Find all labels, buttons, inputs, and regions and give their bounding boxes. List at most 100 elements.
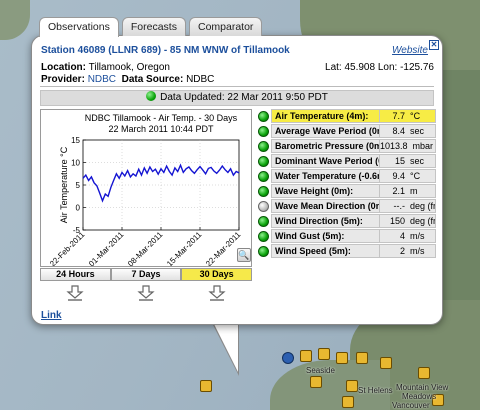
map-label-mountain-view: Mountain View: [396, 383, 449, 392]
bottom-link[interactable]: Link: [41, 310, 62, 321]
map-label-vancouver: Vancouver: [392, 401, 430, 410]
observation-value: 1013.8: [380, 139, 410, 153]
chart-ytick-label: 5: [76, 181, 81, 190]
status-green-icon: [258, 110, 269, 122]
map-station-marker[interactable]: [356, 352, 368, 364]
observation-unit: m/s: [407, 229, 436, 243]
map-station-marker[interactable]: [342, 396, 354, 408]
chart-svg: NDBC Tillamook - Air Temp. - 30 Days22 M…: [48, 113, 243, 266]
observation-row[interactable]: Wave Mean Direction (0m):--.-deg (from): [257, 199, 436, 213]
zoom-icon[interactable]: 🔍: [237, 248, 251, 262]
air-temp-chart: NDBC Tillamook - Air Temp. - 30 Days 22 M…: [40, 109, 252, 267]
station-popup: Station 46089 (LLNR 689) - 85 NM WNW of …: [31, 35, 443, 325]
chart-xtick-label: 15-Mar-2011: [165, 230, 204, 266]
observation-value: 8.4: [380, 124, 407, 138]
data-source-value: NDBC: [186, 74, 215, 85]
chart-title: NDBC Tillamook - Air Temp. - 30 Days: [85, 113, 238, 123]
observation-value: 4: [380, 229, 407, 243]
observation-row[interactable]: Wave Height (0m): 2.1 m: [257, 184, 436, 198]
close-icon[interactable]: ✕: [429, 40, 439, 50]
period-selector: 24 Hours 7 Days 30 Days: [40, 268, 253, 281]
chart-ylabel: Air Temperature °C: [59, 146, 69, 223]
chart-ytick-label: 15: [71, 136, 80, 145]
provider-link[interactable]: NDBC: [88, 74, 116, 85]
observation-unit: mbar: [409, 139, 436, 153]
divider: [40, 86, 434, 87]
selected-station-marker[interactable]: [200, 380, 212, 392]
popup-tab-bar: Observations Forecasts Comparator: [39, 17, 263, 37]
status-green-icon: [258, 215, 269, 227]
data-updated-text: Data Updated: 22 Mar 2011 9:50 PDT: [160, 92, 328, 103]
status-green-icon: [258, 185, 269, 197]
observation-name: Water Temperature (-0.6m):: [271, 169, 380, 183]
download-30d-icon[interactable]: [181, 282, 252, 304]
observation-row[interactable]: Average Wave Period (0m): 8.4 sec: [257, 124, 436, 138]
observation-unit: m/s: [407, 244, 436, 258]
chart-ytick-label: 10: [71, 159, 80, 168]
map-station-marker[interactable]: [346, 380, 358, 392]
observation-row[interactable]: Wind Direction (5m):150deg (from): [257, 214, 436, 228]
observation-value: 7.7: [380, 109, 407, 123]
observation-value: 2: [380, 244, 407, 258]
download-7d-icon[interactable]: [111, 282, 182, 304]
station-title: Station 46089 (LLNR 689) - 85 NM WNW of …: [41, 45, 290, 56]
status-green-icon: [258, 155, 269, 167]
data-updated-bar: Data Updated: 22 Mar 2011 9:50 PDT: [40, 90, 434, 106]
observation-value: --.-: [380, 199, 407, 213]
status-ok-icon: [146, 91, 157, 101]
map-label-seaside: Seaside: [306, 366, 335, 375]
observation-name: Average Wave Period (0m):: [271, 124, 380, 138]
download-row: [40, 282, 252, 304]
tab-comparator[interactable]: Comparator: [188, 17, 263, 36]
observation-table: Air Temperature (4m): 7.7 °C Average Wave P…: [257, 109, 436, 259]
status-green-icon: [258, 125, 269, 137]
chart-ytick-label: 0: [76, 204, 81, 213]
observation-value: 9.4: [380, 169, 407, 183]
map-station-marker[interactable]: [310, 376, 322, 388]
tab-forecasts[interactable]: Forecasts: [121, 17, 186, 36]
observation-row[interactable]: Water Temperature (-0.6m): 9.4 °C: [257, 169, 436, 183]
observation-value: 15: [380, 154, 407, 168]
status-green-icon: [258, 140, 269, 152]
observation-unit: sec: [407, 124, 436, 138]
period-7d-button[interactable]: 7 Days: [110, 268, 182, 281]
map-station-marker[interactable]: [380, 357, 392, 369]
map-station-marker[interactable]: [336, 352, 348, 364]
observation-row[interactable]: Wind Gust (5m): 4 m/s: [257, 229, 436, 243]
observation-row[interactable]: Dominant Wave Period (0m):15sec: [257, 154, 436, 168]
map-label-meadows: Meadows: [402, 392, 437, 401]
observation-name: Wind Direction (5m):: [271, 214, 380, 228]
map-station-marker[interactable]: [418, 367, 430, 379]
observation-name: Barometric Pressure (0m):: [271, 139, 380, 153]
website-link[interactable]: Website: [392, 45, 428, 56]
chart-xtick-label: 01-Mar-2011: [87, 230, 126, 266]
observation-unit: m: [407, 184, 436, 198]
map-station-marker[interactable]: [282, 352, 294, 364]
chart-subtitle: 22 March 2011 10:44 PDT: [109, 124, 214, 134]
status-green-icon: [258, 230, 269, 242]
map-station-marker[interactable]: [300, 350, 312, 362]
observation-name: Wind Speed (5m):: [271, 244, 380, 258]
observation-value: 2.1: [380, 184, 407, 198]
period-24h-button[interactable]: 24 Hours: [40, 268, 111, 281]
observation-name: Wave Height (0m):: [271, 184, 380, 198]
observation-name: Dominant Wave Period (0m):: [271, 154, 380, 168]
observation-name: Air Temperature (4m):: [271, 109, 380, 123]
download-24h-icon[interactable]: [40, 282, 111, 304]
observation-name: Wave Mean Direction (0m):: [271, 199, 380, 213]
provider-label: Provider:: [41, 74, 85, 85]
status-gray-icon: [258, 200, 269, 212]
map-station-marker[interactable]: [318, 348, 330, 360]
data-source-label: Data Source:: [121, 74, 184, 85]
map-label-st-helens: St Helens: [358, 386, 393, 395]
popup-pointer: [212, 320, 238, 372]
observation-unit: sec: [407, 154, 436, 168]
observation-row[interactable]: Wind Speed (5m): 2 m/s: [257, 244, 436, 258]
provider-row: Provider: NDBC Data Source: NDBC: [41, 74, 214, 85]
tab-observations[interactable]: Observations: [39, 17, 119, 37]
period-30d-button[interactable]: 30 Days: [181, 268, 253, 281]
observation-row[interactable]: Barometric Pressure (0m): 1013.8 mbar: [257, 139, 436, 153]
observation-name: Wind Gust (5m):: [271, 229, 380, 243]
observation-row[interactable]: Air Temperature (4m): 7.7 °C: [257, 109, 436, 123]
chart-xtick-label: 08-Mar-2011: [126, 230, 165, 266]
